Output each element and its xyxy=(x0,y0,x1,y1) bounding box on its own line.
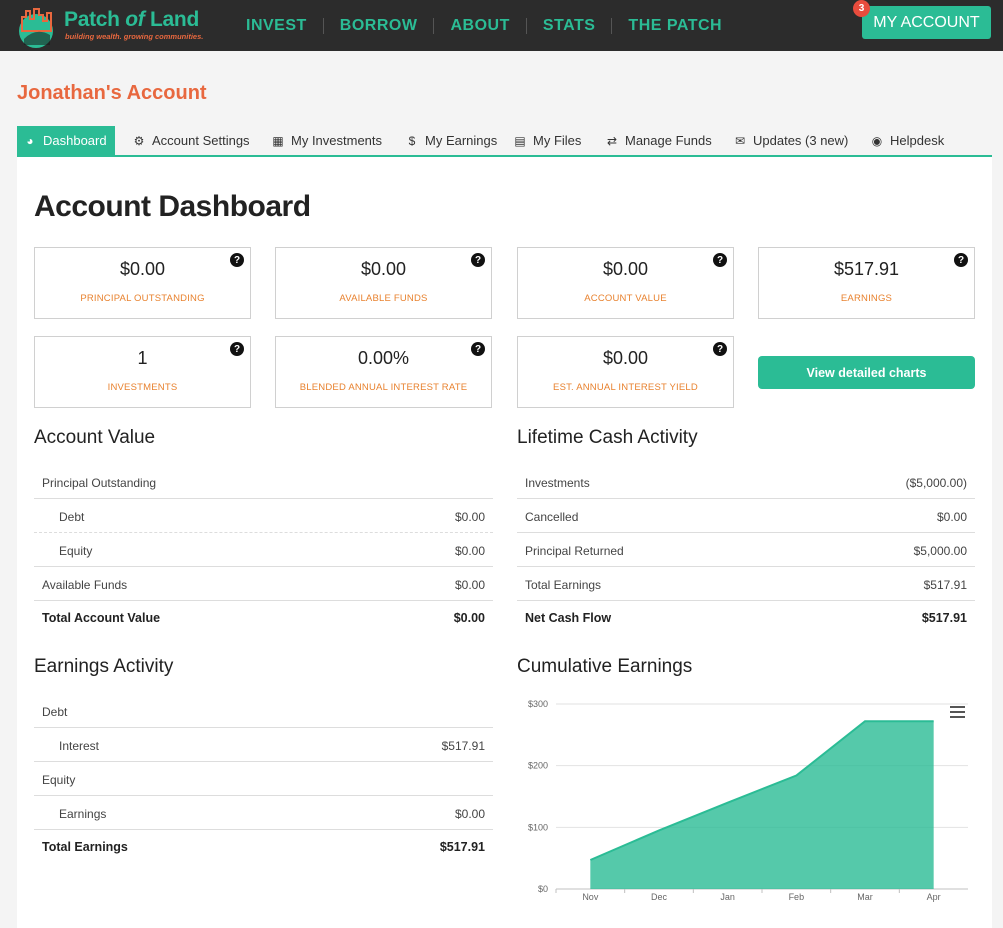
table-row: Equity $0.00 xyxy=(34,533,493,567)
table-row: Debt $0.00 xyxy=(34,499,493,533)
gear-icon: ⚙ xyxy=(133,133,145,148)
earnings-activity-title: Earnings Activity xyxy=(34,656,174,677)
card-available-funds: $0.00 AVAILABLE FUNDS ? xyxy=(275,247,492,319)
x-tick-label: Dec xyxy=(651,892,668,902)
nav-stats[interactable]: STATS xyxy=(527,17,612,35)
dollar-icon: $ xyxy=(408,133,416,148)
card-earnings: $517.91 EARNINGS ? xyxy=(758,247,975,319)
tab-updates[interactable]: ✉ Updates (3 new) xyxy=(733,126,848,155)
table-row: Earnings $0.00 xyxy=(34,796,493,830)
table-row: Cancelled $0.00 xyxy=(517,499,975,533)
help-icon[interactable]: ? xyxy=(954,253,968,267)
card-value: $0.00 xyxy=(602,348,649,368)
table-row: Equity xyxy=(34,762,493,796)
tab-my-investments[interactable]: ▦ My Investments xyxy=(271,126,382,155)
x-tick-label: Apr xyxy=(927,892,941,902)
help-icon[interactable]: ? xyxy=(230,253,244,267)
table-row-total: Net Cash Flow $517.91 xyxy=(525,611,967,625)
card-label: BLENDED ANNUAL INTEREST RATE xyxy=(299,382,468,393)
y-tick-label: $100 xyxy=(528,822,548,832)
y-tick-label: $300 xyxy=(528,699,548,709)
card-principal-outstanding: $0.00 PRINCIPAL OUTSTANDING ? xyxy=(34,247,251,319)
help-icon[interactable]: ? xyxy=(713,253,727,267)
table-row-total: Total Account Value $0.00 xyxy=(42,611,485,625)
card-value: 1 xyxy=(137,348,148,368)
my-account-button[interactable]: MY ACCOUNT xyxy=(862,6,991,39)
comments-icon: ◉ xyxy=(871,133,883,148)
card-value: $0.00 xyxy=(602,259,649,279)
earnings-area xyxy=(590,721,934,889)
table-row: Principal Outstanding xyxy=(34,465,493,499)
card-label: ACCOUNT VALUE xyxy=(584,293,667,304)
dashboard-icon: ◕ xyxy=(26,133,34,148)
file-icon: ▤ xyxy=(514,133,526,148)
table-row: Investments ($5,000.00) xyxy=(517,465,975,499)
y-tick-label: $200 xyxy=(528,761,548,771)
card-value: 0.00% xyxy=(357,348,410,368)
x-tick-label: Feb xyxy=(789,892,805,902)
envelope-icon: ✉ xyxy=(734,133,746,148)
y-tick-label: $0 xyxy=(538,884,548,894)
table-row-total: Total Earnings $517.91 xyxy=(42,840,485,854)
card-label: AVAILABLE FUNDS xyxy=(339,293,428,304)
page-title: Account Dashboard xyxy=(34,190,311,223)
table-row: Available Funds $0.00 xyxy=(34,567,493,601)
lifetime-cash-table: Investments ($5,000.00) Cancelled $0.00 Pr… xyxy=(517,465,975,635)
card-label: PRINCIPAL OUTSTANDING xyxy=(80,293,205,304)
view-charts-button[interactable]: View detailed charts xyxy=(758,356,975,389)
card-label: EST. ANNUAL INTEREST YIELD xyxy=(553,382,698,393)
account-value-title: Account Value xyxy=(34,427,156,448)
x-tick-label: Mar xyxy=(857,892,873,902)
tab-dashboard[interactable]: ◕ Dashboard xyxy=(17,126,115,155)
patch-logo-icon xyxy=(19,8,53,48)
account-value-table: Principal Outstanding Debt $0.00 Equity $0… xyxy=(34,465,493,635)
nav-about[interactable]: ABOUT xyxy=(434,17,525,35)
exchange-icon: ⇄ xyxy=(606,133,618,148)
help-icon[interactable]: ? xyxy=(471,253,485,267)
tab-helpdesk[interactable]: ◉ Helpdesk xyxy=(870,126,944,155)
card-label: INVESTMENTS xyxy=(107,382,178,393)
chart-menu-icon[interactable] xyxy=(950,706,965,719)
help-icon[interactable]: ? xyxy=(713,342,727,356)
card-value: $0.00 xyxy=(360,259,407,279)
card-account-value: $0.00 ACCOUNT VALUE ? xyxy=(517,247,734,319)
tab-my-files[interactable]: ▤ My Files xyxy=(513,126,581,155)
table-row: Debt xyxy=(34,694,493,728)
table-row: Total Earnings $517.91 xyxy=(517,567,975,601)
notification-badge: 3 xyxy=(853,0,870,17)
x-tick-label: Jan xyxy=(720,892,735,902)
card-blended-rate: 0.00% BLENDED ANNUAL INTEREST RATE ? xyxy=(275,336,492,408)
tab-manage-funds[interactable]: ⇄ Manage Funds xyxy=(605,126,712,155)
cumulative-earnings-title: Cumulative Earnings xyxy=(517,656,693,677)
card-value: $517.91 xyxy=(833,259,900,279)
table-row: Principal Returned $5,000.00 xyxy=(517,533,975,567)
tab-account-settings[interactable]: ⚙ Account Settings xyxy=(132,126,250,155)
brand-logo[interactable]: Patch of Land building wealth. growing c… xyxy=(14,2,204,48)
building-icon: ▦ xyxy=(272,133,284,148)
account-title: Jonathan's Account xyxy=(17,82,207,104)
nav-invest[interactable]: INVEST xyxy=(230,17,323,35)
x-tick-label: Nov xyxy=(582,892,599,902)
tab-my-earnings[interactable]: $ My Earnings xyxy=(405,126,498,155)
brand-name: Patch of Land xyxy=(64,8,199,31)
nav-the-patch[interactable]: THE PATCH xyxy=(612,17,738,35)
card-label: EARNINGS xyxy=(840,293,893,304)
account-tabs: ◕ Dashboard ⚙ Account Settings ▦ My Investm… xyxy=(17,126,992,157)
cumulative-earnings-chart: $0 $100 $200 $300 Nov Dec Jan Feb Mar Apr xyxy=(528,699,968,902)
brand-tagline: building wealth. growing communities. xyxy=(65,32,204,41)
main-nav: INVEST BORROW ABOUT STATS THE PATCH xyxy=(230,0,738,51)
top-navbar: Patch of Land building wealth. growing c… xyxy=(0,0,1003,51)
card-investments: 1 INVESTMENTS ? xyxy=(34,336,251,408)
earnings-activity-table: Debt Interest $517.91 Equity Earnings $0.0… xyxy=(34,694,493,864)
card-est-yield: $0.00 EST. ANNUAL INTEREST YIELD ? xyxy=(517,336,734,408)
lifetime-cash-title: Lifetime Cash Activity xyxy=(517,427,698,448)
table-row: Interest $517.91 xyxy=(34,728,493,762)
card-value: $0.00 xyxy=(119,259,166,279)
help-icon[interactable]: ? xyxy=(471,342,485,356)
help-icon[interactable]: ? xyxy=(230,342,244,356)
nav-borrow[interactable]: BORROW xyxy=(324,17,434,35)
